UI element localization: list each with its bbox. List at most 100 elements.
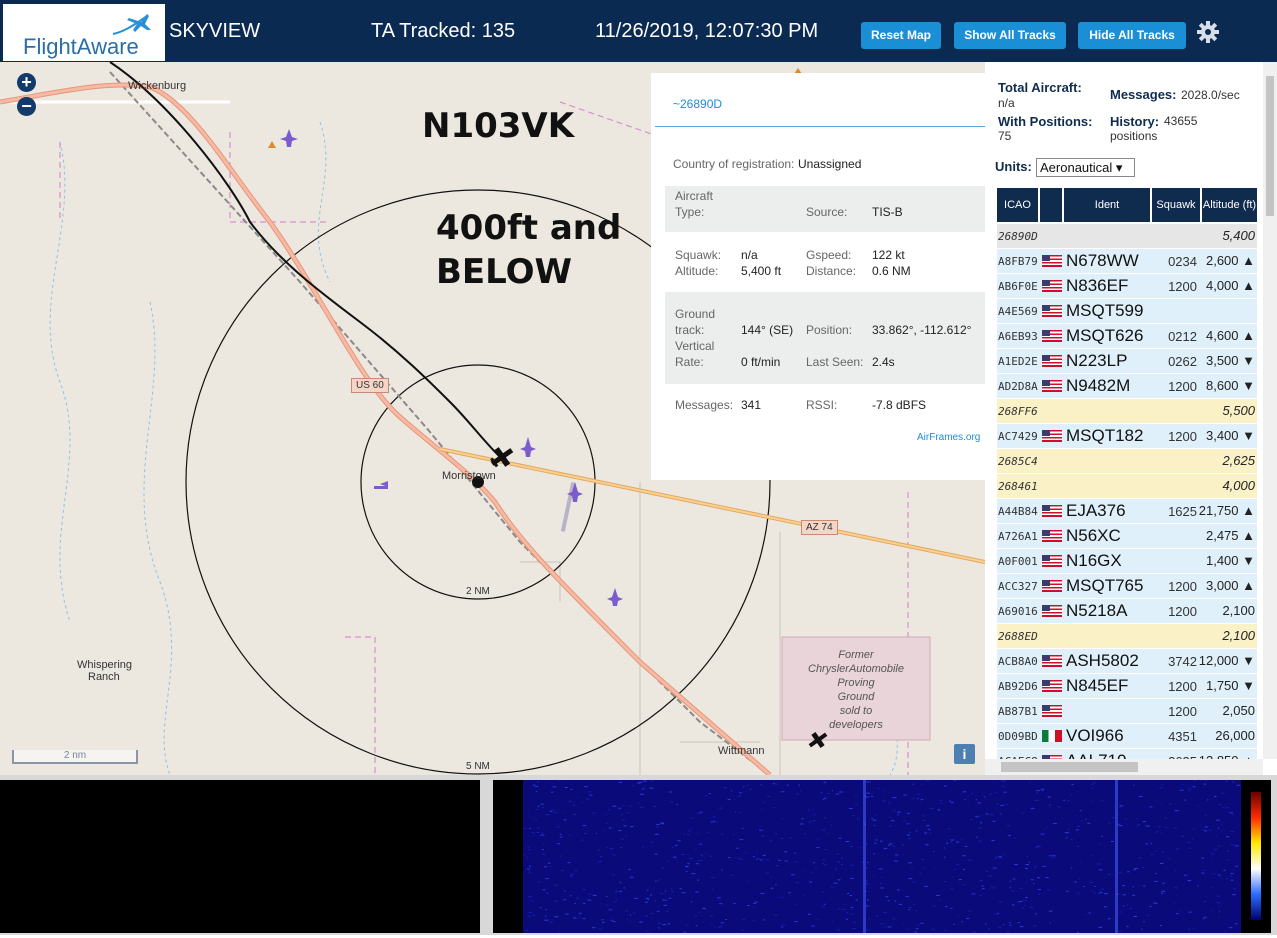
ident-cell: N56XC: [1066, 526, 1121, 546]
us-flag-icon: [1042, 680, 1062, 692]
waterfall-display: [523, 780, 1241, 933]
col-altitude[interactable]: Altitude (ft): [1202, 188, 1257, 222]
popup-divider: [655, 126, 985, 127]
us-flag-icon: [1042, 555, 1062, 567]
us-flag-icon: [1042, 280, 1062, 292]
squawk-cell: 0262: [1168, 354, 1197, 369]
gspeed-label: Gspeed:: [806, 248, 851, 262]
aircraft-marker: [280, 129, 298, 147]
squawk-cell: 0234: [1168, 254, 1197, 269]
table-row[interactable]: A4E569MSQT599: [997, 299, 1257, 323]
ring-label-2nm: 2 NM: [466, 586, 490, 597]
table-row[interactable]: 268FF65,500: [997, 399, 1257, 423]
col-ident[interactable]: Ident: [1064, 188, 1150, 222]
squawk-cell: 1625: [1168, 504, 1197, 519]
table-row[interactable]: 2688ED2,100: [997, 624, 1257, 648]
altitude-cell: 26,000: [1215, 728, 1255, 743]
altitude-annotation-line2: BELOW: [436, 252, 572, 292]
units-label: Units:: [995, 159, 1032, 174]
vertical-rate-value: 0 ft/min: [741, 355, 780, 369]
table-row[interactable]: AD2D8AN9482M12008,600 ▼: [997, 374, 1257, 398]
icao-cell: 268461: [998, 480, 1038, 493]
altitude-label: Altitude:: [675, 264, 718, 278]
icao-cell: ACC327: [998, 580, 1038, 593]
table-row[interactable]: AB6F0EN836EF12004,000 ▲: [997, 274, 1257, 298]
zoom-in-button[interactable]: +: [17, 73, 36, 92]
squawk-cell: 0212: [1168, 329, 1197, 344]
altitude-cell: 4,600 ▲: [1206, 328, 1255, 343]
table-row[interactable]: ACC327MSQT76512003,000 ▲: [997, 574, 1257, 598]
ring-label-5nm: 5 NM: [466, 761, 490, 772]
place-label: Ranch: [88, 671, 120, 683]
squawk-label: Squawk:: [675, 248, 721, 262]
source-label: Source:: [806, 205, 847, 219]
units-select[interactable]: Aeronautical ▾: [1036, 158, 1135, 177]
altitude-cell: 5,500: [1222, 403, 1255, 418]
table-row[interactable]: A1ED2E N223LP 0262 3,500 ▼: [997, 349, 1257, 373]
ident-cell: EJA376: [1066, 501, 1126, 521]
table-row[interactable]: 2684614,000: [997, 474, 1257, 498]
squawk-cell: 1200: [1168, 604, 1197, 619]
table-row[interactable]: A0F001N16GX1,400 ▼: [997, 549, 1257, 573]
table-row[interactable]: 2685C42,625: [997, 449, 1257, 473]
reset-map-button[interactable]: Reset Map: [861, 22, 941, 49]
us-flag-icon: [1042, 380, 1062, 392]
ident-cell: N223LP: [1066, 351, 1127, 371]
altitude-cell: 1,400 ▼: [1206, 553, 1255, 568]
total-aircraft-value: n/a: [998, 96, 1015, 110]
gear-icon[interactable]: [1196, 20, 1220, 44]
squawk-cell: 1200: [1168, 379, 1197, 394]
flightaware-logo[interactable]: FlightAware: [3, 4, 165, 61]
scroll-thumb[interactable]: [1266, 76, 1274, 216]
altitude-cell: 12,000 ▼: [1199, 653, 1255, 668]
horizontal-scrollbar[interactable]: [985, 759, 1263, 775]
table-row[interactable]: A726A1N56XC2,475 ▲: [997, 524, 1257, 548]
altitude-cell: 2,100: [1222, 603, 1255, 618]
scroll-thumb[interactable]: [1001, 762, 1138, 772]
table-row[interactable]: AC7429MSQT18212003,400 ▼: [997, 424, 1257, 448]
table-row[interactable]: A6EB93MSQT62602124,600 ▲: [997, 324, 1257, 348]
col-flag[interactable]: [1040, 188, 1062, 222]
airframes-link[interactable]: AirFrames.org: [917, 432, 980, 443]
show-all-tracks-button[interactable]: Show All Tracks: [954, 22, 1066, 49]
altitude-cell: 21,750 ▲: [1199, 503, 1255, 518]
us60-shield: US 60: [351, 378, 389, 393]
table-row[interactable]: 0D09BDVOI966435126,000: [997, 724, 1257, 748]
left-video-pane: [0, 780, 480, 933]
us-flag-icon: [1042, 530, 1062, 542]
table-row[interactable]: A69016N5218A12002,100: [997, 599, 1257, 623]
distance-value: 0.6 NM: [872, 264, 911, 278]
tail-number-annotation: N103VK: [422, 106, 574, 146]
map-info-button[interactable]: i: [954, 744, 975, 764]
table-row[interactable]: A44B84EJA376162521,750 ▲: [997, 499, 1257, 523]
table-row[interactable]: AB92D6N845EF12001,750 ▼: [997, 674, 1257, 698]
col-icao[interactable]: ICAO: [997, 188, 1038, 222]
hide-all-tracks-button[interactable]: Hide All Tracks: [1078, 22, 1186, 49]
waterfall-noise: [523, 780, 1241, 933]
messages-label: Messages:: [675, 398, 733, 412]
ident-cell: N845EF: [1066, 676, 1128, 696]
altitude-cell: 3,500 ▼: [1206, 353, 1255, 368]
squawk-cell: 1200: [1168, 704, 1197, 719]
col-squawk[interactable]: Squawk: [1152, 188, 1200, 222]
place-label: Wickenburg: [128, 80, 186, 92]
squawk-cell: 3742: [1168, 654, 1197, 669]
table-row[interactable]: 26890D5,400: [997, 224, 1257, 248]
table-row[interactable]: ACB8A0ASH5802374212,000 ▼: [997, 649, 1257, 673]
icao-cell: A4E569: [998, 305, 1038, 318]
table-row[interactable]: AB87B112002,050: [997, 699, 1257, 723]
icao-cell: 2685C4: [998, 455, 1038, 468]
selected-hex-id[interactable]: ~26890D: [673, 97, 722, 111]
icao-cell: A8FB79: [998, 255, 1038, 268]
us-flag-icon: [1042, 355, 1062, 367]
icao-cell: AC7429: [998, 430, 1038, 443]
country-value: Unassigned: [798, 157, 861, 171]
ident-cell: N836EF: [1066, 276, 1128, 296]
vertical-scrollbar[interactable]: [1263, 62, 1277, 759]
table-row[interactable]: A8FB79N678WW02342,600 ▲: [997, 249, 1257, 273]
zoom-out-button[interactable]: −: [17, 97, 36, 116]
aircraft-marker: [520, 437, 536, 457]
icao-cell: ACB8A0: [998, 655, 1038, 668]
icao-cell: A1ED2E: [998, 355, 1038, 368]
rssi-value: -7.8 dBFS: [872, 398, 926, 412]
